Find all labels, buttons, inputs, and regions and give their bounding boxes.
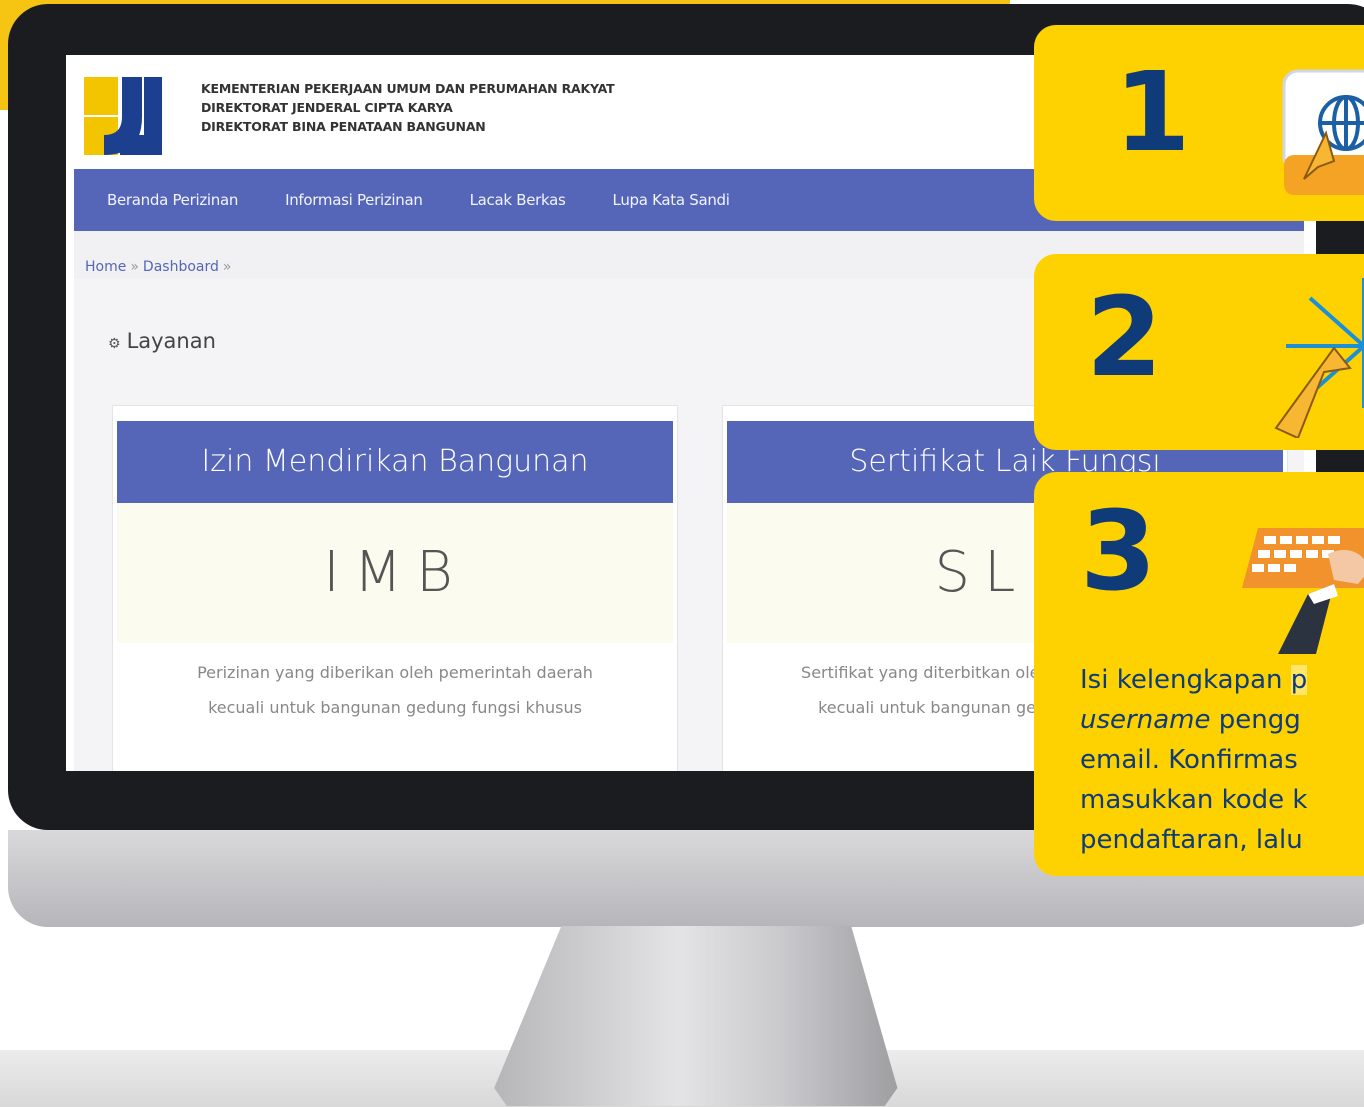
org-name: KEMENTERIAN PEKERJAAN UMUM DAN PERUMAHAN… (201, 79, 615, 136)
step-3-text-line-5: pendaftaran, lalu (1080, 825, 1303, 855)
breadcrumb-home[interactable]: Home (85, 259, 126, 275)
nav-beranda-perizinan[interactable]: Beranda Perizinan (107, 191, 238, 209)
pupr-logo-icon (84, 77, 162, 155)
step-3-text-line-2: username pengg (1080, 700, 1364, 740)
step-3-text-line-2-rest: pengg (1210, 705, 1301, 735)
breadcrumb-separator: » (222, 259, 232, 275)
step-3-text-line-4: masukkan kode k (1080, 785, 1308, 815)
gears-icon: ⚙ (108, 336, 121, 352)
step-2-box: 2 (1034, 254, 1364, 450)
card-desc-line-2: kecuali untuk bangunan gedung fungsi khu… (208, 698, 582, 717)
step-3-number: 3 (1080, 487, 1157, 615)
breadcrumb-separator: » (130, 259, 139, 275)
card-desc-line-1: Perizinan yang diberikan oleh pemerintah… (197, 663, 593, 682)
card-code: IMB (117, 503, 673, 643)
step-3-box: 3 Isi kelengkapan p username pengg email… (1034, 472, 1364, 876)
nav-lupa-kata-sandi[interactable]: Lupa Kata Sandi (613, 191, 730, 209)
nav-informasi-perizinan[interactable]: Informasi Perizinan (285, 191, 423, 209)
step-3-text-line-1b: p (1290, 665, 1308, 695)
breadcrumb-dashboard[interactable]: Dashboard (143, 259, 219, 275)
typing-keyboard-icon (1242, 528, 1364, 654)
step-3-text: Isi kelengkapan p username pengg email. … (1080, 660, 1364, 860)
org-line-1: KEMENTERIAN PEKERJAAN UMUM DAN PERUMAHAN… (201, 81, 615, 96)
step-3-text-line-1: Isi kelengkapan p (1080, 660, 1364, 700)
card-description: Perizinan yang diberikan oleh pemerintah… (113, 643, 677, 725)
card-title: Izin Mendirikan Bangunan (117, 421, 673, 503)
step-2-number: 2 (1086, 273, 1163, 401)
globe-cursor-icon (1282, 69, 1364, 195)
step-3-text-line-1a: Isi kelengkapan (1080, 665, 1291, 695)
service-card-imb[interactable]: Izin Mendirikan Bangunan IMB Perizinan y… (112, 405, 678, 771)
org-line-3: DIREKTORAT BINA PENATAAN BANGUNAN (201, 119, 486, 134)
step-1-number: 1 (1114, 48, 1191, 176)
step-1-box: 1 (1034, 25, 1364, 221)
nav-lacak-berkas[interactable]: Lacak Berkas (470, 191, 566, 209)
click-burst-cursor-icon (1274, 278, 1364, 438)
org-line-2: DIREKTORAT JENDERAL CIPTA KARYA (201, 100, 453, 115)
section-title: ⚙ Layanan (108, 329, 216, 353)
step-3-text-line-3: email. Konfirmas (1080, 745, 1298, 775)
step-3-username-term: username (1080, 705, 1211, 735)
section-title-text: Layanan (126, 329, 216, 353)
monitor-stand (494, 926, 898, 1106)
